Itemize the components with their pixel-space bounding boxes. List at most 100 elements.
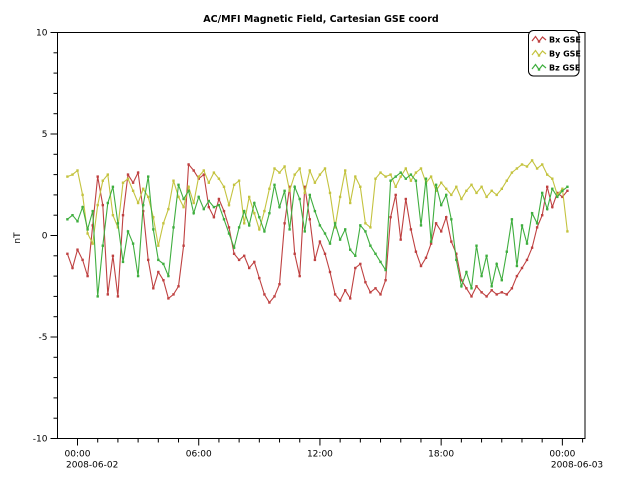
data-point: [288, 190, 290, 192]
data-point: [349, 202, 351, 204]
data-point: [112, 186, 114, 188]
data-point: [354, 175, 356, 177]
data-point: [243, 210, 245, 212]
data-point: [71, 267, 73, 269]
data-point: [203, 208, 205, 210]
data-point: [233, 184, 235, 186]
data-point: [420, 265, 422, 267]
data-point: [248, 196, 250, 198]
data-point: [566, 186, 568, 188]
data-point: [374, 287, 376, 289]
data-point: [66, 175, 68, 177]
data-point: [97, 204, 99, 206]
data-point: [208, 182, 210, 184]
data-point: [142, 204, 144, 206]
series-bz-gse: [66, 171, 568, 297]
data-point: [521, 163, 523, 165]
data-point: [521, 224, 523, 226]
data-point: [475, 245, 477, 247]
data-point: [304, 192, 306, 194]
data-point: [445, 194, 447, 196]
data-point: [389, 173, 391, 175]
data-point: [415, 171, 417, 173]
data-point: [531, 247, 533, 249]
data-point: [526, 242, 528, 244]
data-point: [521, 267, 523, 269]
data-point: [86, 228, 88, 230]
data-point: [435, 222, 437, 224]
data-point: [531, 212, 533, 214]
data-point: [193, 169, 195, 171]
data-point: [294, 173, 296, 175]
data-point: [127, 178, 129, 180]
data-point: [112, 214, 114, 216]
y-tick-label: 5: [42, 130, 48, 140]
data-point: [248, 224, 250, 226]
data-point: [379, 293, 381, 295]
data-point: [208, 200, 210, 202]
data-point: [526, 259, 528, 261]
data-point: [253, 202, 255, 204]
data-point: [460, 198, 462, 200]
data-point: [460, 285, 462, 287]
x-tick-label: 18:00: [428, 450, 454, 460]
x-tick-label: 00:00: [65, 450, 91, 460]
data-point: [324, 232, 326, 234]
data-point: [450, 240, 452, 242]
data-point: [122, 182, 124, 184]
x-date-label: 2008-06-02: [66, 461, 118, 471]
x-tick-label: 12:00: [307, 450, 333, 460]
data-point: [314, 210, 316, 212]
legend-label-by-gse: By GSE: [549, 50, 581, 59]
data-point: [294, 253, 296, 255]
data-point: [465, 271, 467, 273]
data-point: [339, 238, 341, 240]
data-point: [294, 186, 296, 188]
y-tick-label: -10: [33, 435, 48, 445]
data-point: [248, 267, 250, 269]
data-point: [491, 285, 493, 287]
data-point: [182, 198, 184, 200]
data-point: [369, 226, 371, 228]
data-point: [541, 163, 543, 165]
data-point: [364, 281, 366, 283]
data-point: [425, 178, 427, 180]
x-date-label: 2008-06-03: [551, 461, 603, 471]
data-point: [81, 206, 83, 208]
data-point: [152, 228, 154, 230]
data-point: [410, 228, 412, 230]
data-point: [531, 159, 533, 161]
data-point: [546, 186, 548, 188]
data-point: [324, 253, 326, 255]
data-point: [551, 206, 553, 208]
data-point: [410, 180, 412, 182]
data-point: [107, 202, 109, 204]
data-point: [167, 208, 169, 210]
data-series: [66, 159, 568, 303]
data-point: [147, 259, 149, 261]
data-point: [112, 255, 114, 257]
data-point: [76, 249, 78, 251]
data-point: [238, 226, 240, 228]
data-point: [157, 245, 159, 247]
data-point: [319, 240, 321, 242]
data-point: [187, 186, 189, 188]
data-point: [213, 206, 215, 208]
plot-frame: [58, 33, 586, 439]
legend-label-bz-gse: Bz GSE: [549, 64, 580, 73]
data-point: [349, 249, 351, 251]
data-point: [107, 293, 109, 295]
data-point: [147, 175, 149, 177]
data-point: [299, 167, 301, 169]
data-point: [475, 285, 477, 287]
data-point: [485, 295, 487, 297]
data-point: [389, 216, 391, 218]
data-point: [470, 295, 472, 297]
data-point: [122, 214, 124, 216]
data-point: [480, 275, 482, 277]
data-point: [566, 230, 568, 232]
data-point: [400, 171, 402, 173]
data-point: [389, 180, 391, 182]
data-point: [187, 190, 189, 192]
data-point: [309, 218, 311, 220]
